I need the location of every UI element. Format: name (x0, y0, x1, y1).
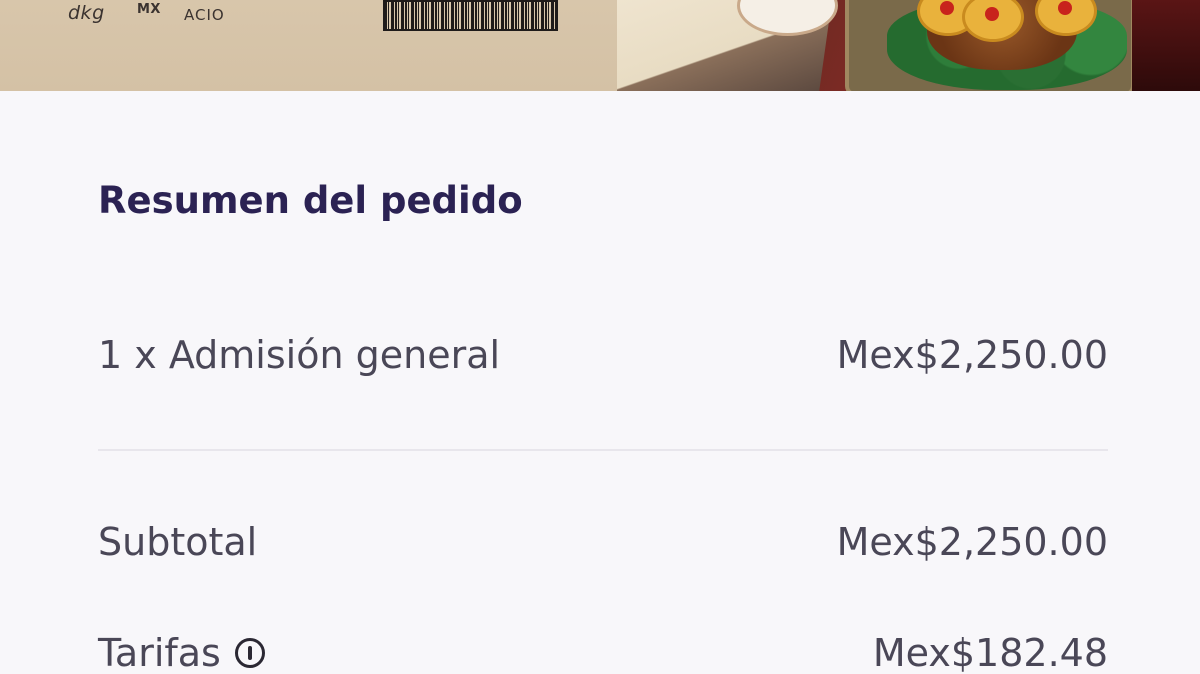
barcode-graphic (383, 0, 558, 31)
subtotal-label: Subtotal (98, 520, 258, 564)
fees-label: Tarifas (98, 631, 221, 674)
fees-label-group: Tarifas (98, 631, 265, 674)
order-summary-title: Resumen del pedido (98, 179, 523, 222)
fees-amount: Mex$182.48 (872, 631, 1108, 674)
summary-divider (98, 449, 1108, 451)
banner-food-image (617, 0, 1200, 91)
sponsor-logo: ACIO (184, 6, 225, 24)
line-item-label: 1 x Admisión general (98, 333, 501, 377)
sponsor-logo: MX (137, 2, 161, 17)
subtotal-amount: Mex$2,250.00 (836, 520, 1108, 564)
sponsor-logo: dkg (68, 2, 105, 24)
checkout-page: dkg MX ACIO Resumen del pedido 1 x Admis… (0, 0, 1200, 674)
line-item-row: 1 x Admisión general Mex$2,250.00 (98, 333, 1108, 383)
info-icon[interactable] (234, 637, 265, 668)
fees-row: Tarifas Mex$182.48 (98, 631, 1108, 674)
banner-sponsor-panel: dkg MX ACIO (0, 0, 617, 91)
event-banner: dkg MX ACIO (0, 0, 1200, 91)
subtotal-row: Subtotal Mex$2,250.00 (98, 520, 1108, 570)
line-item-amount: Mex$2,250.00 (836, 333, 1108, 377)
